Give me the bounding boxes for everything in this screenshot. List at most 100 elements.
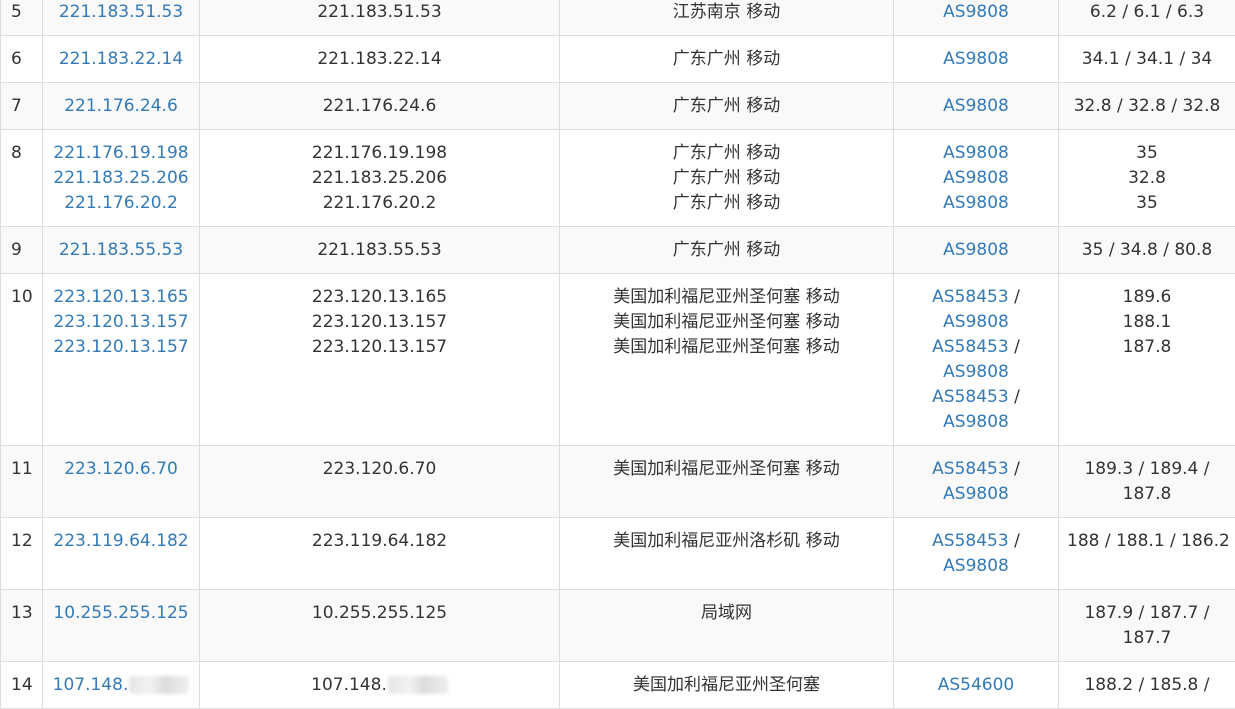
asn-line: AS58453 / — [902, 335, 1050, 360]
ip-link[interactable]: 223.120.13.157 — [51, 310, 191, 335]
asn-line: AS58453 / — [902, 385, 1050, 410]
ip-cell: 221.176.24.6 — [43, 83, 200, 130]
location-cell: 广东广州 移动 — [560, 83, 894, 130]
ip-cell: 10.255.255.125 — [43, 590, 200, 662]
location-cell: 美国加利福尼亚州圣何塞 — [560, 662, 894, 709]
asn-line: AS9808 — [902, 94, 1050, 119]
hostname-text: 221.176.20.2 — [323, 193, 437, 213]
ip-link-label: 221.183.25.206 — [53, 168, 188, 188]
ip-link-label: 223.119.64.182 — [53, 531, 188, 551]
hostname: 221.176.20.2 — [208, 191, 551, 216]
asn-link[interactable]: AS9808 — [943, 556, 1009, 576]
ip-link-label: 221.183.22.14 — [59, 49, 183, 69]
redacted-mask — [129, 676, 189, 694]
hostname: 221.176.24.6 — [208, 94, 551, 119]
ip-link-label: 223.120.13.157 — [53, 337, 188, 357]
latency-text: 187.7 — [1067, 626, 1227, 651]
asn-link[interactable]: AS9808 — [943, 143, 1009, 163]
latency-text: 188.1 — [1067, 310, 1227, 335]
hop-row: 5221.183.51.53221.183.51.53江苏南京 移动AS9808… — [1, 0, 1235, 36]
hop-number: 13 — [1, 590, 43, 662]
asn-link[interactable]: AS54600 — [938, 675, 1015, 695]
hostname: 221.183.55.53 — [208, 238, 551, 263]
ip-link[interactable]: 221.176.20.2 — [51, 191, 191, 216]
ip-link[interactable]: 223.120.13.157 — [51, 335, 191, 360]
asn-link[interactable]: AS58453 — [932, 337, 1009, 357]
asn-link[interactable]: AS58453 — [932, 531, 1009, 551]
hop-number: 5 — [1, 0, 43, 36]
hop-number: 9 — [1, 227, 43, 274]
asn-link[interactable]: AS9808 — [943, 96, 1009, 116]
hop-row: 6221.183.22.14221.183.22.14广东广州 移动AS9808… — [1, 36, 1235, 83]
asn-link[interactable]: AS58453 — [932, 287, 1009, 307]
hostname-cell: 221.176.19.198221.183.25.206221.176.20.2 — [200, 130, 560, 227]
asn-link[interactable]: AS9808 — [943, 240, 1009, 260]
asn-link[interactable]: AS9808 — [943, 49, 1009, 69]
hostname: 223.120.13.157 — [208, 335, 551, 360]
hostname-cell: 221.176.24.6 — [200, 83, 560, 130]
asn-separator: / — [1009, 287, 1020, 307]
location-cell: 局域网 — [560, 590, 894, 662]
hostname: 107.148. — [208, 673, 551, 698]
ip-cell: 221.183.22.14 — [43, 36, 200, 83]
ip-link[interactable]: 221.183.25.206 — [51, 166, 191, 191]
ip-link[interactable]: 107.148. — [51, 673, 191, 698]
ip-link[interactable]: 221.183.51.53 — [51, 0, 191, 25]
latency-cell: 188 / 188.1 / 186.2 — [1059, 518, 1235, 590]
asn-separator: / — [1009, 459, 1020, 479]
ip-link[interactable]: 223.120.13.165 — [51, 285, 191, 310]
location-text: 美国加利福尼亚州圣何塞 移动 — [568, 310, 885, 335]
hostname-cell: 223.120.6.70 — [200, 446, 560, 518]
hostname-cell: 221.183.51.53 — [200, 0, 560, 36]
ip-link[interactable]: 221.176.24.6 — [51, 94, 191, 119]
latency-text: 187.8 — [1067, 335, 1227, 360]
ip-link[interactable]: 221.183.22.14 — [51, 47, 191, 72]
asn-link[interactable]: AS58453 — [932, 459, 1009, 479]
ip-link-label: 10.255.255.125 — [53, 603, 188, 623]
asn-link[interactable]: AS9808 — [943, 484, 1009, 504]
ip-link[interactable]: 221.176.19.198 — [51, 141, 191, 166]
asn-link[interactable]: AS9808 — [943, 2, 1009, 22]
location-cell: 美国加利福尼亚州圣何塞 移动 — [560, 446, 894, 518]
asn-line: AS54600 — [902, 673, 1050, 698]
latency-text: 34.1 / 34.1 / 34 — [1067, 47, 1227, 72]
hostname-cell: 223.119.64.182 — [200, 518, 560, 590]
asn-separator: / — [1009, 337, 1020, 357]
location-text: 美国加利福尼亚州圣何塞 移动 — [568, 457, 885, 482]
ip-cell: 107.148. — [43, 662, 200, 709]
latency-cell: 189.3 / 189.4 /187.8 — [1059, 446, 1235, 518]
asn-line: AS58453 / — [902, 285, 1050, 310]
hop-row: 14107.148.107.148.美国加利福尼亚州圣何塞AS54600188.… — [1, 662, 1235, 709]
ip-link-label: 107.148. — [53, 675, 129, 695]
asn-link[interactable]: AS9808 — [943, 362, 1009, 382]
ip-link[interactable]: 10.255.255.125 — [51, 601, 191, 626]
asn-link[interactable]: AS9808 — [943, 193, 1009, 213]
hostname: 223.120.13.157 — [208, 310, 551, 335]
asn-link[interactable]: AS9808 — [943, 168, 1009, 188]
asn-link[interactable]: AS58453 — [932, 387, 1009, 407]
latency-cell: 35 / 34.8 / 80.8 — [1059, 227, 1235, 274]
ip-link[interactable]: 223.120.6.70 — [51, 457, 191, 482]
hop-number: 10 — [1, 274, 43, 446]
hostname: 221.183.25.206 — [208, 166, 551, 191]
traceroute-table: 5221.183.51.53221.183.51.53江苏南京 移动AS9808… — [0, 0, 1235, 709]
hostname-text: 223.119.64.182 — [312, 531, 447, 551]
hop-number: 11 — [1, 446, 43, 518]
hostname-text: 221.183.55.53 — [317, 240, 441, 260]
ip-link[interactable]: 221.183.55.53 — [51, 238, 191, 263]
asn-link[interactable]: AS9808 — [943, 412, 1009, 432]
ip-link-label: 221.176.19.198 — [53, 143, 188, 163]
asn-cell: AS9808 — [894, 0, 1059, 36]
location-cell: 江苏南京 移动 — [560, 0, 894, 36]
ip-link[interactable]: 223.119.64.182 — [51, 529, 191, 554]
ip-cell: 223.120.13.165223.120.13.157223.120.13.1… — [43, 274, 200, 446]
asn-line: AS58453 / — [902, 457, 1050, 482]
asn-cell: AS9808 — [894, 36, 1059, 83]
hostname-cell: 107.148. — [200, 662, 560, 709]
hostname-text: 223.120.13.157 — [312, 337, 447, 357]
ip-cell: 223.119.64.182 — [43, 518, 200, 590]
latency-cell: 189.6188.1187.8 — [1059, 274, 1235, 446]
asn-link[interactable]: AS9808 — [943, 312, 1009, 332]
traceroute-table-body: 5221.183.51.53221.183.51.53江苏南京 移动AS9808… — [1, 0, 1235, 709]
ip-cell: 221.183.51.53 — [43, 0, 200, 36]
